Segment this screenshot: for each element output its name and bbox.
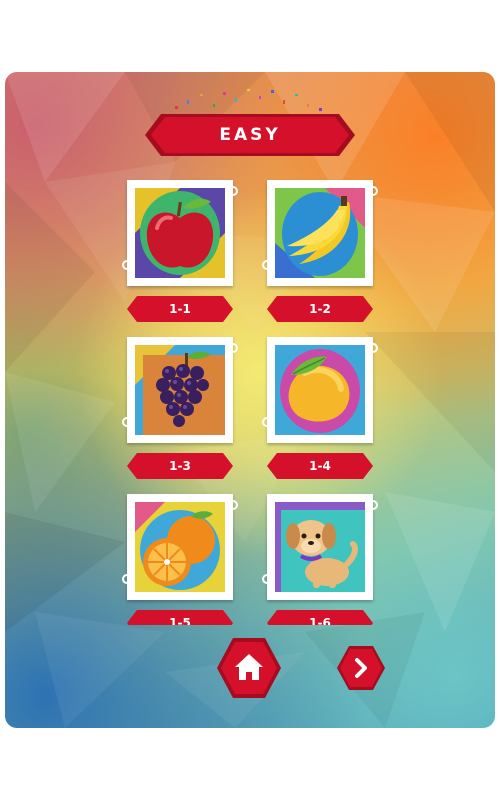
level-button-1-3[interactable]: 1-3	[127, 453, 233, 479]
level-card-1-5[interactable]	[122, 494, 238, 600]
level-card-1-1[interactable]	[122, 180, 238, 286]
level-button-1-4[interactable]: 1-4	[267, 453, 373, 479]
banana-picture	[275, 188, 365, 278]
grapes-picture	[135, 345, 225, 435]
level-label: 1-4	[309, 459, 331, 473]
level-label: 1-3	[169, 459, 191, 473]
level-grid: 1-1 1-2 1-3 1-4 1-5 1-6	[5, 72, 495, 625]
mango-picture	[275, 345, 365, 435]
level-button-1-6[interactable]: 1-6	[267, 610, 373, 625]
level-card-1-3[interactable]	[122, 337, 238, 443]
level-label: 1-2	[309, 302, 331, 316]
level-card-1-4[interactable]	[262, 337, 378, 443]
orange-picture	[135, 502, 225, 592]
level-card-1-6[interactable]	[262, 494, 378, 600]
home-button[interactable]	[217, 638, 281, 698]
level-label: 1-5	[169, 616, 191, 625]
level-button-1-1[interactable]: 1-1	[127, 296, 233, 322]
puppy-picture	[275, 502, 365, 592]
level-label: 1-6	[309, 616, 331, 625]
level-button-1-2[interactable]: 1-2	[267, 296, 373, 322]
level-card-1-2[interactable]	[262, 180, 378, 286]
level-select-panel: EASY 1-1 1-2 1-3 1-4 1-5 1-6	[5, 72, 495, 728]
apple-picture	[135, 188, 225, 278]
next-page-button[interactable]	[337, 646, 385, 690]
level-button-1-5[interactable]: 1-5	[127, 610, 233, 625]
level-label: 1-1	[169, 302, 191, 316]
